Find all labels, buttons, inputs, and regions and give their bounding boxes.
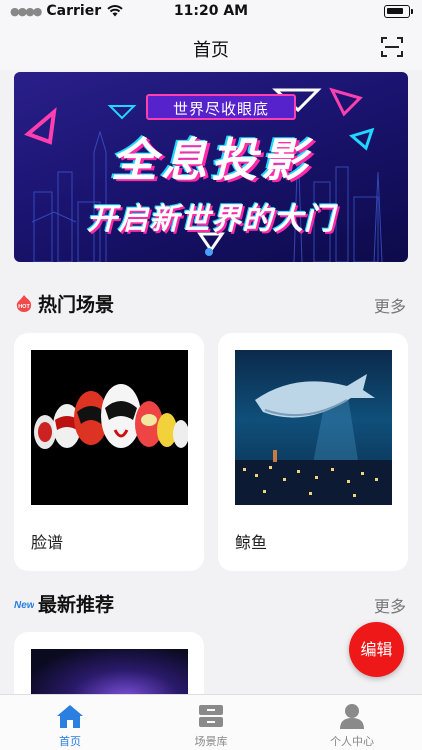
tab-label: 首页	[59, 735, 81, 748]
scene-card-whale[interactable]: 鲸鱼	[218, 333, 408, 571]
hot-more-link[interactable]: 更多	[374, 293, 406, 317]
whale-thumbnail	[235, 350, 392, 505]
battery-icon	[384, 5, 413, 18]
page-title: 首页	[193, 40, 229, 61]
new-badge-icon: New	[14, 600, 34, 611]
new-more-link[interactable]: 更多	[374, 593, 406, 617]
banner-tagline: 开启新世界的大门	[87, 202, 335, 237]
scene-card-masks[interactable]: 脸谱	[14, 333, 204, 571]
tab-scene-library[interactable]: 场景库	[141, 695, 281, 750]
masks-thumbnail	[31, 350, 188, 505]
hot-section-title: 热门场景	[38, 294, 115, 316]
tab-label: 场景库	[194, 735, 228, 748]
promo-banner[interactable]: 世界尽收眼底 全息投影 开启新世界的大门	[14, 72, 408, 262]
status-time: 11:20 AM	[173, 3, 249, 19]
scene-card-label: 鲸鱼	[235, 533, 268, 552]
tab-profile[interactable]: 个人中心	[282, 695, 422, 750]
hot-section-header: HOT 热门场景 更多	[14, 288, 408, 318]
svg-text:HOT: HOT	[18, 304, 30, 310]
scene-card-label: 脸谱	[31, 533, 64, 552]
hot-badge-icon: HOT	[16, 295, 32, 312]
banner-subtitle: 世界尽收眼底	[146, 94, 296, 120]
scan-icon[interactable]	[380, 35, 404, 59]
edit-button[interactable]: 编辑	[349, 622, 404, 677]
tab-bar: 首页 场景库 个人中心	[0, 694, 422, 750]
tab-home[interactable]: 首页	[0, 695, 140, 750]
nav-bar: 首页	[0, 24, 422, 70]
person-icon	[340, 704, 364, 729]
svg-text:New: New	[14, 600, 34, 611]
home-icon	[57, 705, 83, 728]
archive-icon	[199, 705, 223, 727]
new-section-title: 最新推荐	[38, 594, 115, 616]
banner-page-dot[interactable]	[205, 248, 213, 256]
tab-label: 个人中心	[330, 735, 374, 748]
banner-title: 全息投影	[111, 133, 311, 187]
new-section-header: New 最新推荐 更多	[14, 588, 408, 618]
status-bar: ●●●● Carrier 11:20 AM	[0, 0, 422, 24]
